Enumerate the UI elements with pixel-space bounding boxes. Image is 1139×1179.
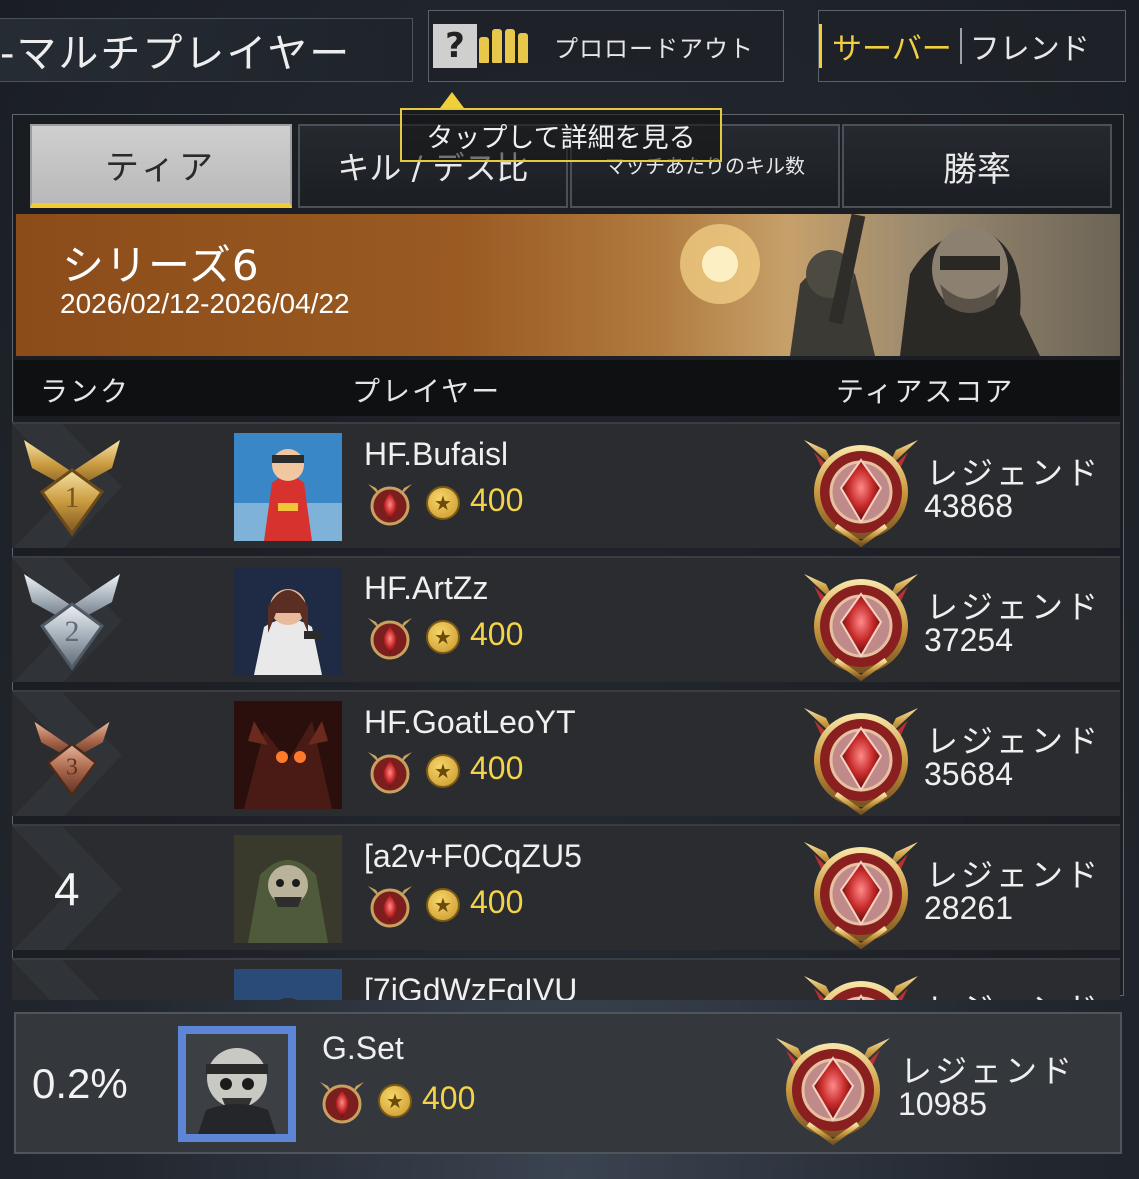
tier-name: レジェンド [926, 984, 1101, 1000]
scope-toggle: サーバー フレンド [818, 10, 1126, 82]
leaderboard-row[interactable]: 1 HF.Bufaisl ★ 400 レジェンド 43868 [12, 422, 1120, 548]
ammo-icon [479, 29, 528, 63]
rank-3-badge-icon: 3 [34, 721, 110, 798]
coin-icon: ★ [426, 888, 460, 922]
legend-tier-icon [796, 564, 926, 682]
tier-score: 28261 [924, 890, 1013, 926]
leaderboard-row[interactable]: 4 [a2v+F0CqZU5 ★ 400 レジェンド 28261 [12, 824, 1120, 950]
legend-mini-icon [364, 478, 416, 530]
legend-tier-icon [796, 430, 926, 548]
player-name: [7iGdWzFqIVU [364, 972, 578, 1000]
coin-icon: ★ [426, 486, 460, 520]
legend-mini-icon [364, 746, 416, 798]
player-points: 400 [470, 482, 524, 518]
leaderboard-row[interactable]: 3 HF.GoatLeoYT ★ 400 レジェンド 35684 [12, 690, 1120, 816]
pro-loadout-label: プロロードアウト [554, 34, 754, 63]
my-avatar[interactable] [176, 1024, 298, 1144]
my-player-name: G.Set [322, 1030, 404, 1066]
my-tier-score: 10985 [898, 1086, 987, 1122]
player-avatar[interactable] [234, 433, 342, 541]
server-tab[interactable]: サーバー [819, 24, 960, 68]
column-tier-score: ティアスコア [836, 375, 1015, 408]
player-points: 400 [470, 750, 524, 786]
tab-tier[interactable]: ティア [30, 124, 292, 208]
player-avatar[interactable] [234, 835, 342, 943]
player-name: HF.GoatLeoYT [364, 704, 576, 740]
coin-icon: ★ [426, 754, 460, 788]
season-dates: 2026/02/12-2026/04/22 [60, 288, 350, 319]
coin-icon: ★ [426, 620, 460, 654]
column-player: プレイヤー [352, 375, 502, 408]
mode-title-box: -マルチプレイヤー [0, 18, 413, 82]
pro-loadout-button[interactable]: ? プロロードアウト [428, 10, 784, 82]
leaderboard-row[interactable]: [7iGdWzFqIVU レジェンド [12, 958, 1120, 1000]
season-title: シリーズ6 [62, 241, 260, 290]
my-points: 400 [422, 1080, 476, 1116]
svg-text:3: 3 [66, 755, 78, 781]
player-points: 400 [470, 884, 524, 920]
season-banner: シリーズ6 2026/02/12-2026/04/22 [16, 214, 1120, 356]
legend-tier-icon [768, 1028, 898, 1146]
player-avatar[interactable] [234, 701, 342, 809]
svg-text:1: 1 [65, 481, 80, 514]
tooltip-arrow [440, 92, 464, 108]
legend-tier-icon [796, 966, 926, 1000]
player-points: 400 [470, 616, 524, 652]
legend-mini-icon [316, 1076, 368, 1128]
coin-icon: ★ [378, 1084, 412, 1118]
player-avatar[interactable] [234, 969, 342, 1000]
player-name: HF.Bufaisl [364, 436, 509, 472]
tab-win-rate[interactable]: 勝率 [842, 124, 1112, 208]
my-rank-row[interactable]: 0.2% G.Set ★ 400 レジェンド 10985 [14, 1012, 1122, 1154]
player-avatar[interactable] [234, 567, 342, 675]
tier-score: 37254 [924, 622, 1013, 658]
legend-mini-icon [364, 880, 416, 932]
player-name: HF.ArtZz [364, 570, 489, 606]
row-chevron [12, 960, 101, 1000]
rank-1-badge-icon: 1 [24, 440, 120, 537]
column-rank: ランク [40, 375, 131, 408]
leaderboard-row[interactable]: 2 HF.ArtZz ★ 400 レジェンド 37254 [12, 556, 1120, 682]
rank-2-badge-icon: 2 [24, 574, 120, 671]
my-percentile: 0.2% [32, 1060, 128, 1107]
legend-tier-icon [796, 698, 926, 816]
legend-tier-icon [796, 832, 926, 950]
rank-number: 4 [54, 863, 80, 915]
svg-text:2: 2 [65, 615, 80, 648]
friends-tab[interactable]: フレンド [962, 24, 1098, 68]
question-icon[interactable]: ? [433, 24, 477, 68]
help-tooltip: タップして詳細を見る [400, 108, 722, 162]
tier-score: 43868 [924, 488, 1013, 524]
page-title: -マルチプレイヤー [0, 31, 352, 77]
tier-score: 35684 [924, 756, 1013, 792]
player-name: [a2v+F0CqZU5 [364, 838, 582, 874]
soldiers-artwork [680, 214, 1040, 356]
legend-mini-icon [364, 612, 416, 664]
